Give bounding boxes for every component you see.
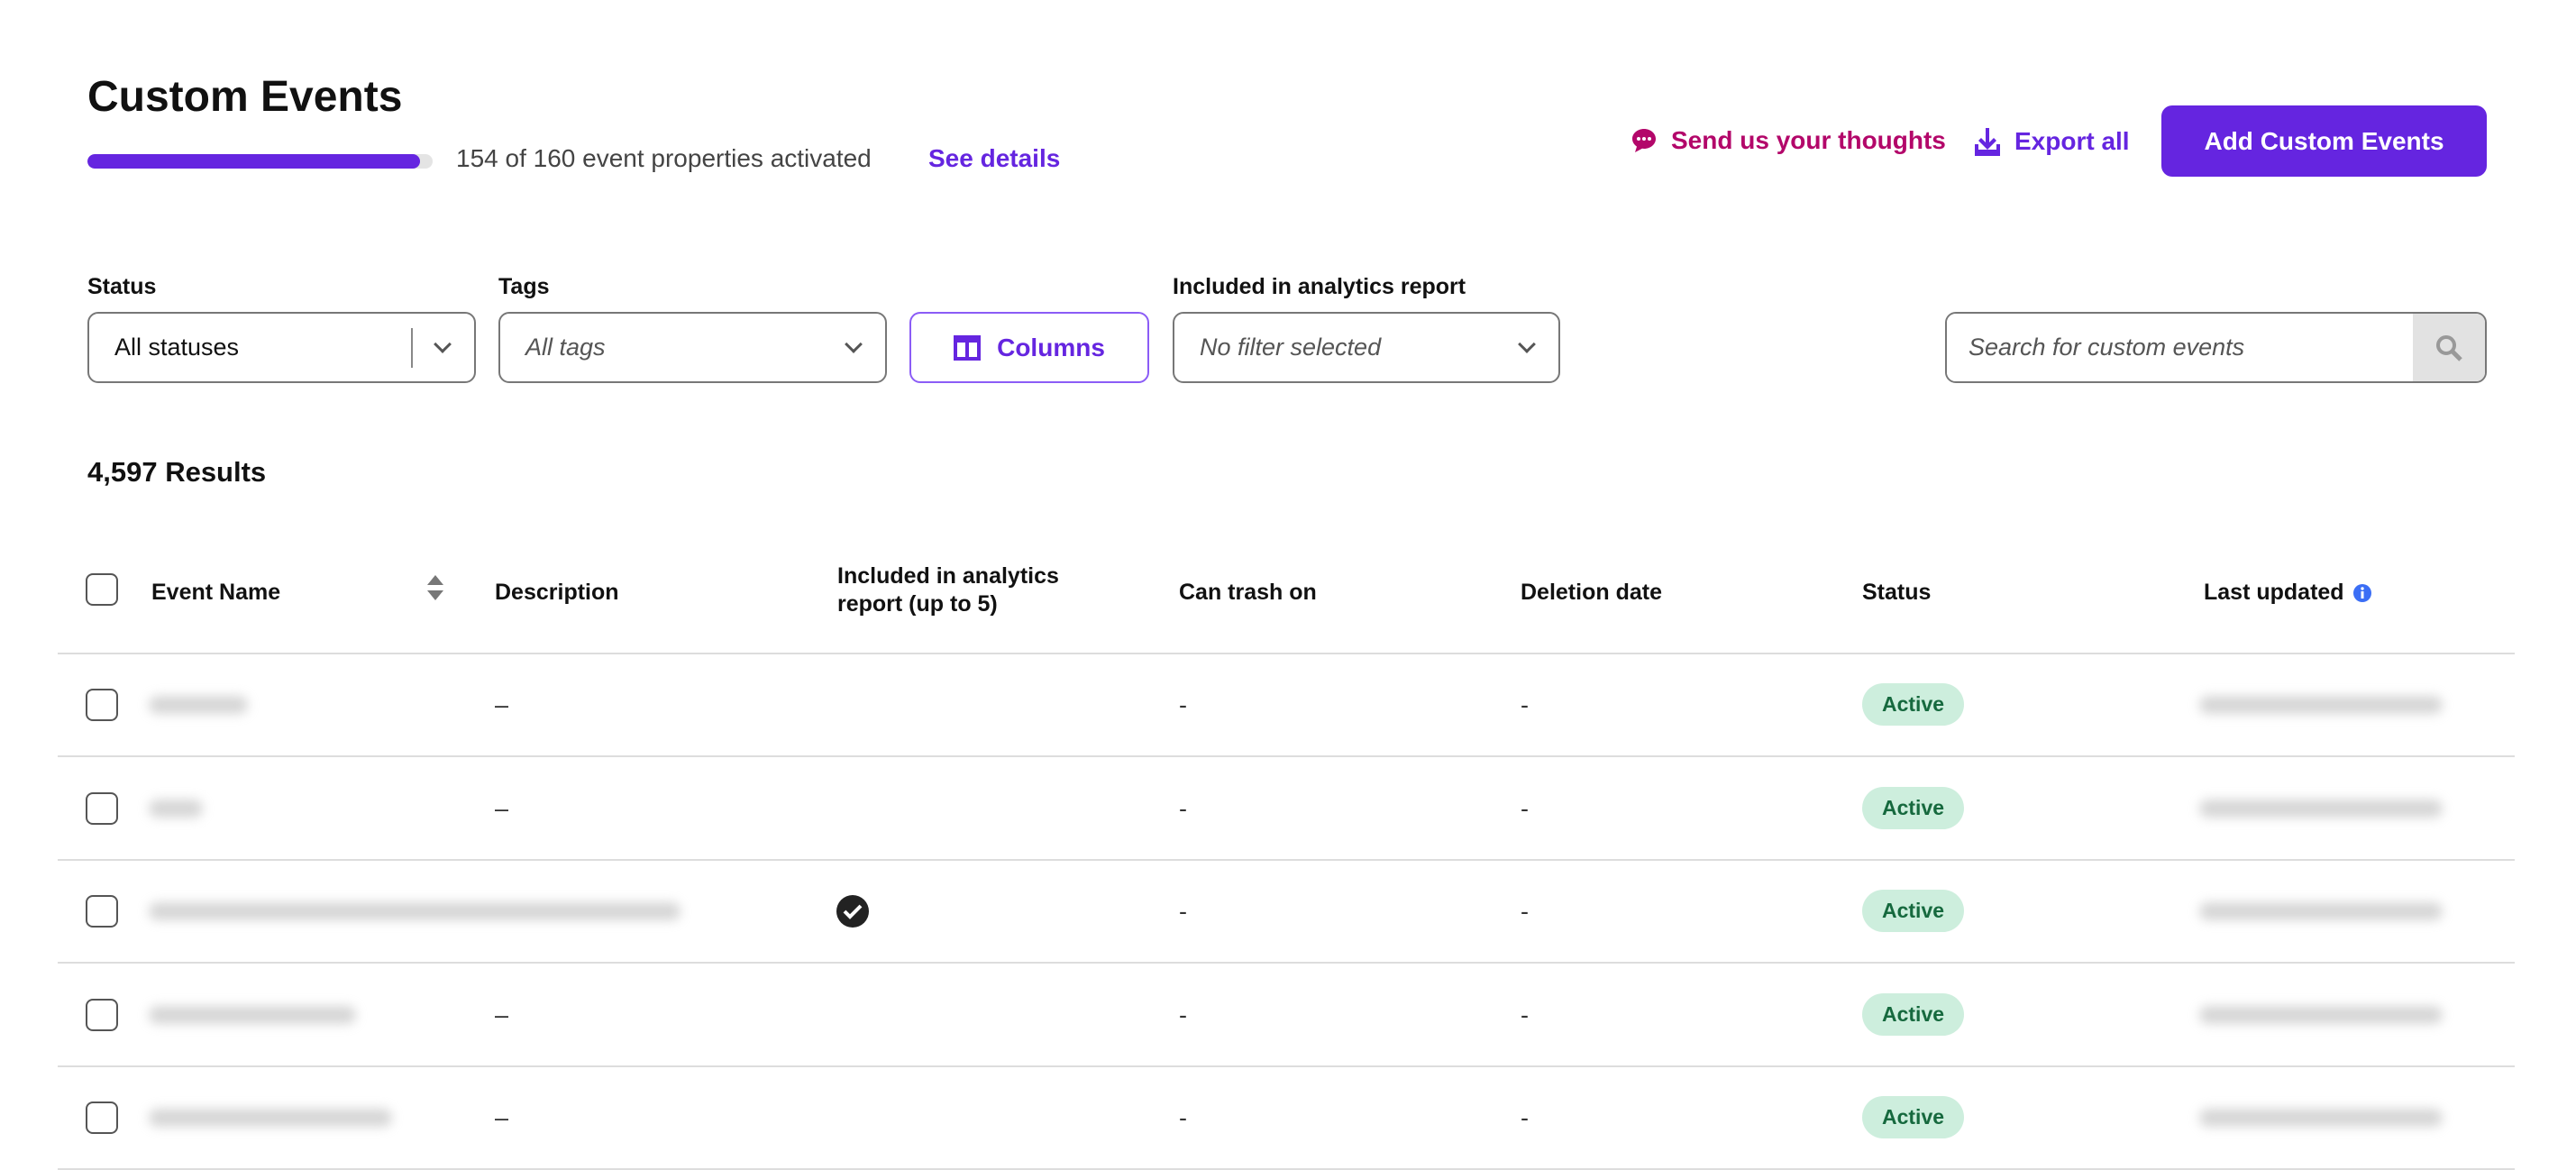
header-included: Included in analytics report (up to 5): [837, 563, 1059, 617]
export-all-label: Export all: [2014, 127, 2130, 155]
analytics-filter-label: Included in analytics report: [1173, 274, 1466, 299]
header-status: Status: [1862, 580, 1932, 605]
status-filter-label: Status: [87, 274, 157, 299]
row-divider: [58, 755, 2515, 757]
description-cell: –: [495, 691, 509, 718]
can-trash-cell: -: [1179, 691, 1187, 718]
search-input[interactable]: [1947, 314, 2413, 381]
can-trash-cell: -: [1179, 794, 1187, 822]
tags-filter-label: Tags: [498, 274, 550, 299]
info-icon[interactable]: [2352, 583, 2371, 602]
status-badge: Active: [1862, 683, 1965, 726]
status-badge: Active: [1862, 890, 1965, 932]
header-event-name[interactable]: Event Name: [151, 579, 280, 607]
checkmark-circle-icon: [836, 895, 869, 928]
row-checkbox[interactable]: [86, 791, 118, 825]
header-last-updated: Last updated: [2204, 579, 2371, 607]
can-trash-cell: -: [1179, 1001, 1187, 1028]
deletion-date-cell: -: [1521, 898, 1529, 925]
see-details-link[interactable]: See details: [928, 144, 1060, 173]
status-badge: Active: [1862, 1096, 1965, 1138]
select-all-checkbox[interactable]: [86, 573, 118, 606]
description-cell: –: [495, 1104, 509, 1131]
chevron-down-icon: [1518, 334, 1536, 353]
activation-progress-bar: [87, 154, 433, 169]
row-checkbox[interactable]: [86, 1101, 118, 1134]
analytics-filter-dropdown[interactable]: No filter selected: [1173, 312, 1560, 383]
deletion-date-cell: -: [1521, 1104, 1529, 1131]
progress-fill: [87, 154, 420, 169]
description-cell: –: [495, 794, 509, 822]
deletion-date-cell: -: [1521, 691, 1529, 718]
last-updated-redacted: [2199, 902, 2443, 920]
header-deletion-date: Deletion date: [1521, 580, 1662, 605]
progress-text: 154 of 160 event properties activated: [456, 144, 872, 172]
row-checkbox[interactable]: [86, 689, 118, 721]
sort-icon[interactable]: [425, 573, 445, 602]
send-feedback-label: Send us your thoughts: [1671, 126, 1946, 154]
send-feedback-button[interactable]: Send us your thoughts: [1630, 126, 1946, 155]
columns-icon: [954, 334, 982, 361]
status-filter-value: All statuses: [114, 334, 240, 361]
add-custom-events-button[interactable]: Add Custom Events: [2161, 105, 2487, 177]
row-divider: [58, 858, 2515, 861]
search-button[interactable]: [2413, 314, 2485, 381]
can-trash-cell: -: [1179, 1104, 1187, 1131]
header-can-trash: Can trash on: [1179, 580, 1317, 605]
results-count: 4,597 Results: [87, 456, 267, 488]
chat-bubble-icon: [1632, 129, 1656, 152]
row-divider: [58, 1065, 2515, 1067]
last-updated-redacted: [2199, 1109, 2443, 1127]
row-checkbox[interactable]: [86, 895, 118, 928]
chevron-down-icon: [434, 334, 452, 353]
tags-filter-dropdown[interactable]: All tags: [498, 312, 887, 383]
page-title: Custom Events: [87, 73, 403, 121]
header-last-updated-label: Last updated: [2204, 580, 2344, 605]
search-icon: [2436, 334, 2462, 361]
export-all-button[interactable]: Export all: [1973, 126, 2130, 157]
event-name-redacted[interactable]: [149, 696, 248, 714]
row-checkbox[interactable]: [86, 998, 118, 1031]
analytics-filter-value: No filter selected: [1200, 334, 1382, 361]
last-updated-redacted: [2199, 696, 2443, 714]
header-description: Description: [495, 580, 619, 605]
search-box: [1945, 312, 2487, 383]
event-name-redacted[interactable]: [149, 799, 203, 818]
description-cell: –: [495, 1001, 509, 1028]
divider: [411, 327, 413, 368]
event-name-redacted[interactable]: [149, 1005, 356, 1024]
chevron-down-icon: [845, 334, 863, 353]
event-name-redacted[interactable]: [149, 902, 681, 920]
columns-button[interactable]: Columns: [909, 312, 1149, 383]
header-divider: [58, 653, 2515, 654]
deletion-date-cell: -: [1521, 1001, 1529, 1028]
last-updated-redacted: [2199, 799, 2443, 818]
tags-filter-value: All tags: [525, 334, 606, 361]
deletion-date-cell: -: [1521, 794, 1529, 822]
row-divider: [58, 962, 2515, 964]
last-updated-redacted: [2199, 1005, 2443, 1024]
event-name-redacted[interactable]: [149, 1109, 392, 1127]
status-filter-dropdown[interactable]: All statuses: [87, 312, 476, 383]
columns-label: Columns: [997, 333, 1105, 361]
download-icon: [1975, 128, 2000, 156]
can-trash-cell: -: [1179, 898, 1187, 925]
status-badge: Active: [1862, 786, 1965, 829]
status-badge: Active: [1862, 992, 1965, 1036]
